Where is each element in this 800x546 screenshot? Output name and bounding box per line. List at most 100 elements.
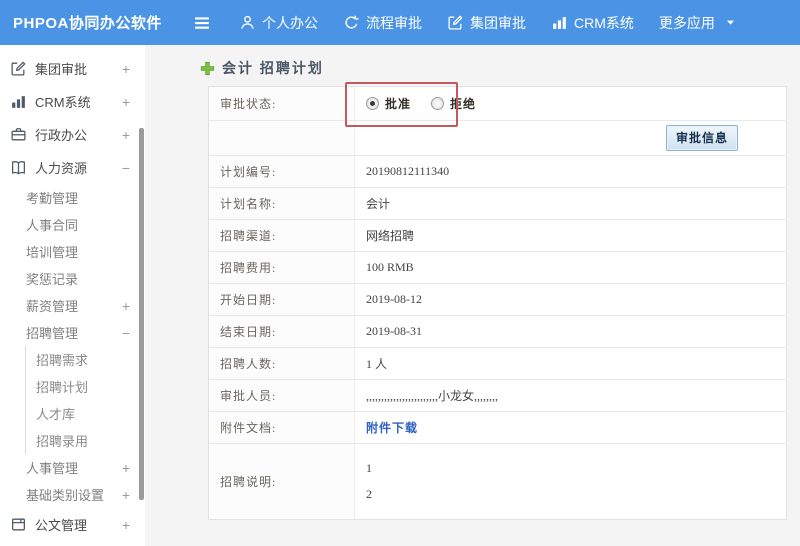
sidebar-item-label: 奖惩记录: [26, 272, 79, 287]
field-label: 计划名称:: [209, 188, 355, 219]
sidebar-item-8[interactable]: 薪资管理 +: [0, 292, 145, 319]
app-logo: PHPOA协同办公软件: [13, 15, 162, 32]
sidebar-item-label: 集团审批: [35, 62, 88, 77]
nav-item-1[interactable]: 流程审批: [343, 13, 422, 33]
sidebar-item-6[interactable]: 培训管理: [0, 238, 145, 265]
chart-icon: [551, 14, 568, 31]
field-value: 12: [355, 444, 786, 519]
sidebar-item-14[interactable]: 人事管理 +: [0, 454, 145, 481]
nav-item-0[interactable]: 个人办公: [239, 13, 318, 33]
field-value: 网络招聘: [366, 229, 415, 243]
nav-item-label: 更多应用: [658, 14, 715, 31]
sidebar-item-13[interactable]: 招聘录用: [25, 427, 145, 454]
sidebar-item-label: 招聘管理: [26, 326, 79, 341]
sidebar-item-0[interactable]: 集团审批 +: [0, 52, 145, 85]
approval-radio-group: 批准 拒绝: [366, 95, 496, 112]
caret-down-icon: [725, 17, 736, 28]
field-row-8: 附件文档: 附件下载: [209, 412, 786, 444]
field-row-3: 招聘费用: 100 RMB: [209, 252, 786, 284]
doc-icon: [10, 516, 27, 533]
field-value: 附件下载: [355, 412, 786, 443]
field-label: 审批人员:: [209, 380, 355, 411]
field-value: 20190812111340: [366, 164, 450, 178]
edit-icon: [10, 60, 27, 77]
book-icon: [10, 159, 27, 176]
sidebar-item-7[interactable]: 奖惩记录: [0, 265, 145, 292]
sidebar-item-label: 基础类别设置: [26, 488, 105, 503]
sidebar-item-3[interactable]: 人力资源 −: [0, 151, 145, 184]
sidebar-item-1[interactable]: CRM系统 +: [0, 85, 145, 118]
sidebar-item-2[interactable]: 行政办公 +: [0, 118, 145, 151]
radio-approve[interactable]: [366, 97, 379, 110]
sidebar-item-label: 招聘计划: [36, 380, 89, 395]
sidebar-item-11[interactable]: 招聘计划: [25, 373, 145, 400]
sidebar-item-5[interactable]: 人事合同: [0, 211, 145, 238]
sidebar-item-label: 考勤管理: [26, 191, 79, 206]
radio-reject-label[interactable]: 拒绝: [450, 95, 476, 112]
field-row-0: 计划编号: 20190812111340: [209, 156, 786, 188]
field-value: 会计: [366, 197, 391, 211]
field-label: 附件文档:: [209, 412, 355, 443]
radio-reject[interactable]: [431, 97, 445, 110]
sidebar-item-label: CRM系统: [35, 95, 91, 110]
nav-item-3[interactable]: CRM系统: [551, 13, 634, 33]
field-row-6: 招聘人数: 1 人: [209, 348, 786, 380]
expand-plus-icon[interactable]: +: [122, 61, 145, 77]
sidebar-item-17[interactable]: 用车管理+: [0, 541, 145, 546]
nav-item-label: CRM系统: [574, 14, 634, 31]
sidebar-item-label: 培训管理: [26, 245, 79, 260]
sidebar-item-label: 人才库: [36, 407, 76, 422]
main-content: 会计 招聘计划 审批状态: 批准 拒绝 审批信息 计划编号: 201908121…: [145, 45, 800, 546]
field-row-5: 结束日期: 2019-08-31: [209, 316, 786, 348]
sidebar-item-9[interactable]: 招聘管理 −: [0, 319, 145, 346]
expand-plus-icon[interactable]: +: [122, 94, 145, 110]
field-label: 结束日期:: [209, 316, 355, 347]
sidebar-item-10[interactable]: 招聘需求: [25, 346, 145, 373]
process-icon: [343, 14, 360, 31]
approval-button-row: 审批信息: [209, 121, 786, 156]
approval-info-button[interactable]: 审批信息: [665, 125, 738, 151]
sidebar-item-16[interactable]: 公文管理 +: [0, 508, 145, 541]
field-label: 招聘人数:: [209, 348, 355, 379]
field-value: 2019-08-31: [366, 324, 422, 338]
field-row-1: 计划名称: 会计: [209, 188, 786, 220]
page-title: 会计 招聘计划: [200, 58, 800, 78]
sidebar-item-12[interactable]: 人才库: [25, 400, 145, 427]
sidebar-item-15[interactable]: 基础类别设置 +: [0, 481, 145, 508]
expand-plus-icon[interactable]: +: [122, 517, 145, 533]
field-value: 1 人: [366, 357, 388, 371]
empty-label-cell: [209, 121, 355, 155]
field-value: 100 RMB: [366, 260, 414, 274]
nav-item-label: 集团审批: [470, 14, 526, 31]
add-plus-icon[interactable]: [200, 61, 215, 76]
sidebar-item-label: 薪资管理: [26, 299, 79, 314]
sidebar-scrollbar-thumb[interactable]: [139, 128, 144, 500]
menu-icon[interactable]: [192, 13, 212, 33]
radio-approve-label[interactable]: 批准: [385, 95, 411, 112]
sidebar-item-label: 招聘录用: [36, 434, 89, 449]
sidebar-item-4[interactable]: 考勤管理: [0, 184, 145, 211]
attachment-download-link[interactable]: 附件下载: [366, 419, 418, 436]
edit-icon: [447, 14, 464, 31]
nav-item-label: 流程审批: [366, 14, 422, 31]
top-navigation: 个人办公 流程审批 集团审批 CRM系统 更多应用: [239, 13, 761, 33]
field-label: 招聘说明:: [209, 444, 355, 519]
field-row-4: 开始日期: 2019-08-12: [209, 284, 786, 316]
nav-item-2[interactable]: 集团审批: [447, 13, 526, 33]
chart-icon: [10, 93, 27, 110]
field-label: 开始日期:: [209, 284, 355, 315]
field-row-7: 审批人员: ,,,,,,,,,,,,,,,,,,,,,,,,小龙女,,,,,,,,: [209, 380, 786, 412]
top-bar: PHPOA协同办公软件 个人办公 流程审批 集团审批 CRM系统 更多应用: [0, 0, 800, 45]
page-title-text: 会计 招聘计划: [222, 60, 324, 76]
field-row-2: 招聘渠道: 网络招聘: [209, 220, 786, 252]
nav-item-label: 个人办公: [262, 14, 318, 31]
field-label: 计划编号:: [209, 156, 355, 187]
briefcase-icon: [10, 126, 27, 143]
sidebar-item-label: 人事管理: [26, 461, 79, 476]
field-value-line: 2: [366, 487, 372, 501]
field-row-9: 招聘说明: 1 2: [209, 444, 786, 519]
field-label: 审批状态:: [209, 87, 355, 120]
sidebar-item-label: 行政办公: [35, 128, 88, 143]
sidebar: 集团审批 + CRM系统 + 行政办公 + 人力资源 − 考勤管理 人事合同 培训管理 奖惩记录 薪资管…: [0, 45, 145, 546]
nav-item-4[interactable]: 更多应用: [659, 13, 736, 33]
